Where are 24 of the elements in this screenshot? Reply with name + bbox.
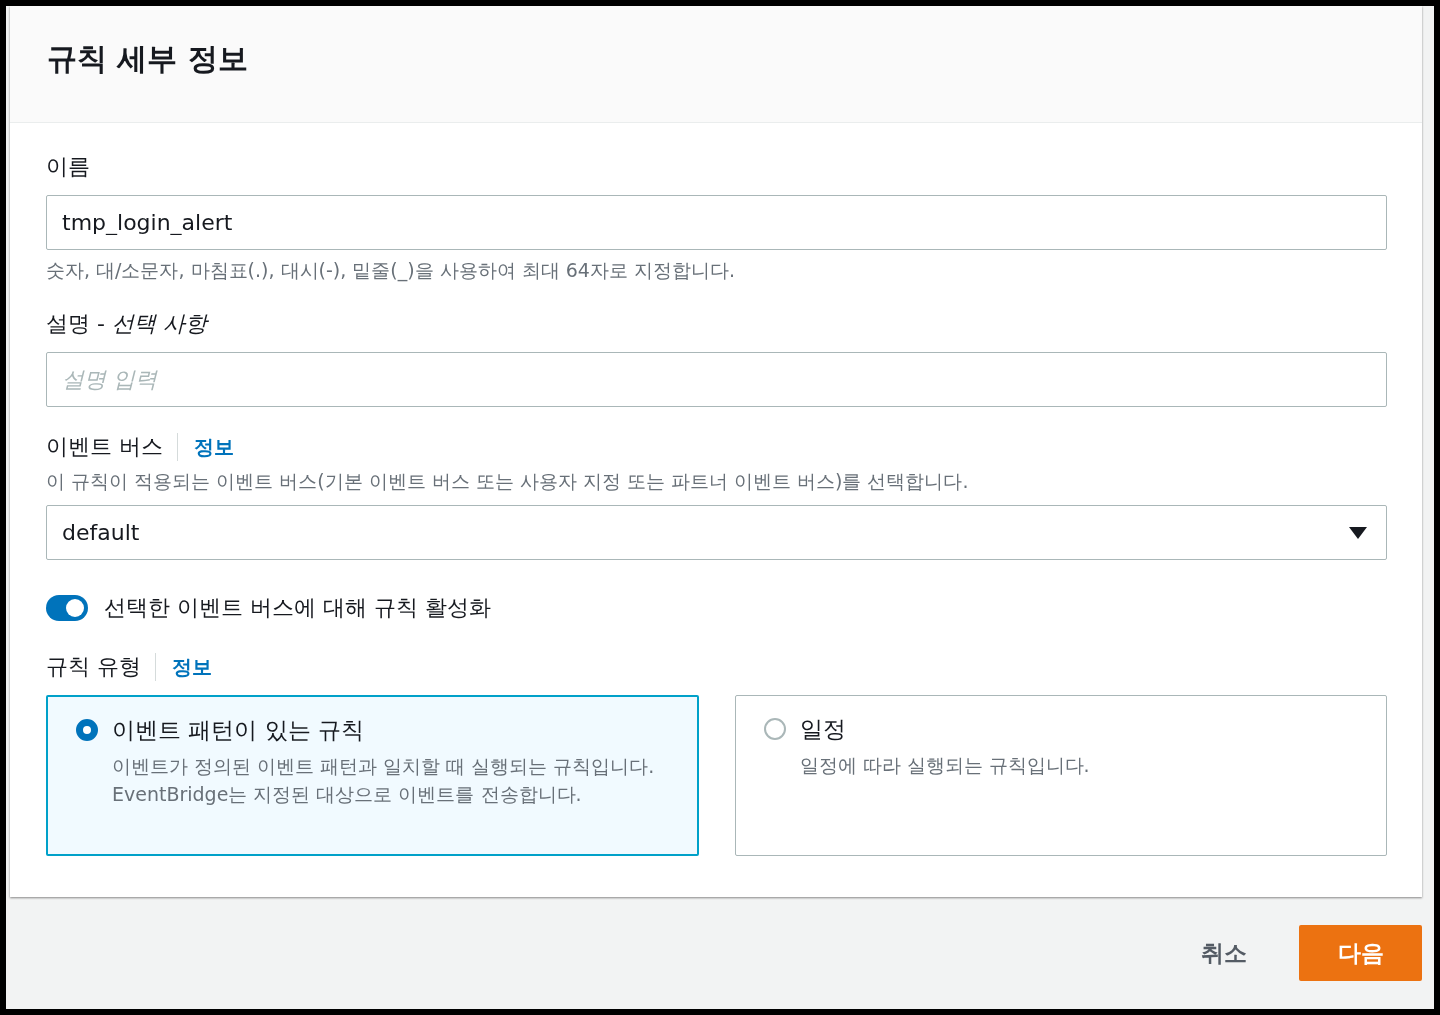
option-title: 일정: [799, 715, 847, 744]
field-label: 규칙 유형: [46, 653, 156, 681]
field-description: 이 규칙이 적용되는 이벤트 버스(기본 이벤트 버스 또는 사용자 지정 또는 파트너 이벤트 버스)를 선택합니다.: [46, 469, 970, 494]
event-bus-select[interactable]: default: [46, 505, 1387, 560]
description-input[interactable]: 설명 입력: [46, 352, 1387, 407]
rule-type-option[interactable]: 일정 일정에 따라 실행되는 규칙입니다.: [734, 695, 1387, 856]
field-hint: 숫자, 대/소문자, 마침표(.), 대시(-), 밑줄(_)을 사용하여 최대 64자로 지정합니다.: [46, 258, 736, 284]
option-title: 이벤트 패턴이 있는 규칙: [112, 716, 365, 745]
info-link[interactable]: 정보: [172, 653, 212, 681]
toggle-switch[interactable]: [46, 595, 88, 621]
name-input[interactable]: tmp_login_alert: [46, 195, 1387, 250]
field-label: 설명 - 선택 사항: [46, 310, 210, 338]
field-label: 이벤트 버스: [46, 433, 178, 461]
option-description: 일정에 따라 실행되는 규칙입니다.: [799, 753, 1090, 778]
caret-icon: [1348, 525, 1368, 540]
cancel-button[interactable]: 취소: [1201, 937, 1247, 969]
radio-button[interactable]: [76, 719, 98, 741]
enable-toggle[interactable]: 선택한 이벤트 버스에 대해 규칙 활성화: [46, 593, 491, 623]
rule-type-option[interactable]: 이벤트 패턴이 있는 규칙 이벤트가 정의된 이벤트 패턴과 일치할 때 실행되는 규칙입니다. EventBridge는 지정된 대상으로 이벤트를 전송합니다.: [46, 695, 699, 856]
field-label: 이름: [46, 153, 91, 181]
panel-title: 규칙 세부 정보: [47, 39, 248, 78]
info-link[interactable]: 정보: [194, 433, 234, 461]
option-description: 이벤트가 정의된 이벤트 패턴과 일치할 때 실행되는 규칙입니다. EventBridge는 지정된 대상으로 이벤트를 전송합니다.: [112, 754, 656, 807]
radio-button[interactable]: [763, 718, 786, 740]
